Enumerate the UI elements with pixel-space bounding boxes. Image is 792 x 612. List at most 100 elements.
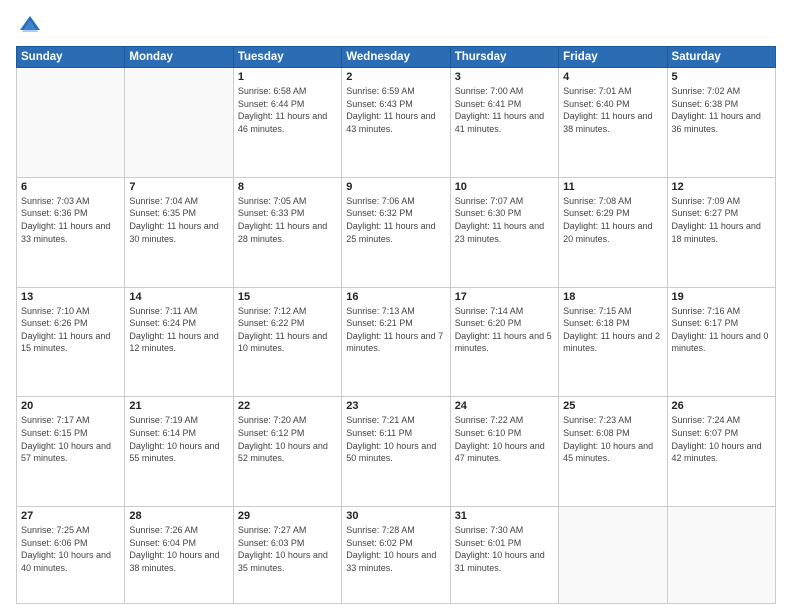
day-info: Sunrise: 7:15 AMSunset: 6:18 PMDaylight:… [563,305,662,355]
calendar-week-row: 6 Sunrise: 7:03 AMSunset: 6:36 PMDaylight… [17,177,776,287]
calendar-cell: 22Sunrise: 7:20 AMSunset: 6:12 PMDayligh… [233,397,341,507]
calendar-cell: 8 Sunrise: 7:05 AMSunset: 6:33 PMDaylight… [233,177,341,287]
calendar-cell [667,507,775,604]
day-info: Sunrise: 7:14 AMSunset: 6:20 PMDaylight:… [455,305,554,355]
day-info: Sunrise: 7:09 AMSunset: 6:27 PMDaylight:… [672,195,771,245]
calendar-cell: 14Sunrise: 7:11 AMSunset: 6:24 PMDayligh… [125,287,233,397]
day-info: Sunrise: 7:16 AMSunset: 6:17 PMDaylight:… [672,305,771,355]
calendar-col-header: Friday [559,47,667,68]
day-number: 21 [129,400,228,412]
day-info: Sunrise: 7:00 AMSunset: 6:41 PMDaylight:… [455,85,554,135]
calendar-col-header: Saturday [667,47,775,68]
day-info: Sunrise: 7:06 AMSunset: 6:32 PMDaylight:… [346,195,445,245]
day-number: 28 [129,510,228,522]
calendar-cell: 27Sunrise: 7:25 AMSunset: 6:06 PMDayligh… [17,507,125,604]
day-number: 19 [672,291,771,303]
day-number: 30 [346,510,445,522]
calendar-cell: 29Sunrise: 7:27 AMSunset: 6:03 PMDayligh… [233,507,341,604]
day-info: Sunrise: 7:22 AMSunset: 6:10 PMDaylight:… [455,414,554,464]
calendar-cell: 19 Sunrise: 7:16 AMSunset: 6:17 PMDayligh… [667,287,775,397]
day-number: 22 [238,400,337,412]
calendar-cell: 18 Sunrise: 7:15 AMSunset: 6:18 PMDayligh… [559,287,667,397]
calendar-cell: 20 Sunrise: 7:17 AMSunset: 6:15 PMDayligh… [17,397,125,507]
day-number: 25 [563,400,662,412]
calendar-col-header: Thursday [450,47,558,68]
day-number: 5 [672,71,771,83]
day-info: Sunrise: 7:11 AMSunset: 6:24 PMDaylight:… [129,305,228,355]
calendar-cell: 21Sunrise: 7:19 AMSunset: 6:14 PMDayligh… [125,397,233,507]
day-info: Sunrise: 7:17 AMSunset: 6:15 PMDaylight:… [21,414,120,464]
day-info: Sunrise: 7:08 AMSunset: 6:29 PMDaylight:… [563,195,662,245]
calendar-cell: 30Sunrise: 7:28 AMSunset: 6:02 PMDayligh… [342,507,450,604]
calendar-cell: 9Sunrise: 7:06 AMSunset: 6:32 PMDaylight… [342,177,450,287]
day-number: 24 [455,400,554,412]
calendar-week-row: 1Sunrise: 6:58 AMSunset: 6:44 PMDaylight… [17,68,776,178]
day-number: 10 [455,181,554,193]
day-info: Sunrise: 6:59 AMSunset: 6:43 PMDaylight:… [346,85,445,135]
day-info: Sunrise: 7:01 AMSunset: 6:40 PMDaylight:… [563,85,662,135]
day-number: 26 [672,400,771,412]
day-info: Sunrise: 7:04 AMSunset: 6:35 PMDaylight:… [129,195,228,245]
calendar-cell: 3 Sunrise: 7:00 AMSunset: 6:41 PMDaylight… [450,68,558,178]
calendar-col-header: Sunday [17,47,125,68]
day-info: Sunrise: 7:03 AMSunset: 6:36 PMDaylight:… [21,195,120,245]
day-info: Sunrise: 7:07 AMSunset: 6:30 PMDaylight:… [455,195,554,245]
day-info: Sunrise: 7:21 AMSunset: 6:11 PMDaylight:… [346,414,445,464]
day-info: Sunrise: 7:02 AMSunset: 6:38 PMDaylight:… [672,85,771,135]
day-number: 20 [21,400,120,412]
day-info: Sunrise: 7:30 AMSunset: 6:01 PMDaylight:… [455,524,554,574]
calendar-cell: 12 Sunrise: 7:09 AMSunset: 6:27 PMDayligh… [667,177,775,287]
calendar-cell: 16 Sunrise: 7:13 AMSunset: 6:21 PMDayligh… [342,287,450,397]
calendar-cell: 26 Sunrise: 7:24 AMSunset: 6:07 PMDayligh… [667,397,775,507]
day-info: Sunrise: 7:24 AMSunset: 6:07 PMDaylight:… [672,414,771,464]
calendar-cell: 17 Sunrise: 7:14 AMSunset: 6:20 PMDayligh… [450,287,558,397]
calendar-cell: 10 Sunrise: 7:07 AMSunset: 6:30 PMDayligh… [450,177,558,287]
day-number: 1 [238,71,337,83]
day-number: 13 [21,291,120,303]
calendar-cell: 13 Sunrise: 7:10 AMSunset: 6:26 PMDayligh… [17,287,125,397]
calendar-cell: 28 Sunrise: 7:26 AMSunset: 6:04 PMDayligh… [125,507,233,604]
day-number: 7 [129,181,228,193]
day-number: 2 [346,71,445,83]
day-number: 3 [455,71,554,83]
day-number: 18 [563,291,662,303]
calendar-cell: 2 Sunrise: 6:59 AMSunset: 6:43 PMDaylight… [342,68,450,178]
day-info: Sunrise: 7:26 AMSunset: 6:04 PMDaylight:… [129,524,228,574]
calendar-cell [125,68,233,178]
calendar-cell: 6 Sunrise: 7:03 AMSunset: 6:36 PMDaylight… [17,177,125,287]
calendar-col-header: Wednesday [342,47,450,68]
day-number: 6 [21,181,120,193]
logo-icon [16,12,44,40]
day-number: 16 [346,291,445,303]
calendar-table: SundayMondayTuesdayWednesdayThursdayFrid… [16,46,776,604]
calendar-cell: 11 Sunrise: 7:08 AMSunset: 6:29 PMDayligh… [559,177,667,287]
day-number: 31 [455,510,554,522]
calendar-cell: 5 Sunrise: 7:02 AMSunset: 6:38 PMDaylight… [667,68,775,178]
day-info: Sunrise: 7:13 AMSunset: 6:21 PMDaylight:… [346,305,445,355]
day-number: 4 [563,71,662,83]
day-number: 8 [238,181,337,193]
calendar-cell: 7 Sunrise: 7:04 AMSunset: 6:35 PMDaylight… [125,177,233,287]
day-info: Sunrise: 7:05 AMSunset: 6:33 PMDaylight:… [238,195,337,245]
day-number: 11 [563,181,662,193]
day-info: Sunrise: 7:25 AMSunset: 6:06 PMDaylight:… [21,524,120,574]
day-number: 17 [455,291,554,303]
day-number: 23 [346,400,445,412]
calendar-col-header: Tuesday [233,47,341,68]
calendar-header-row: SundayMondayTuesdayWednesdayThursdayFrid… [17,47,776,68]
calendar-cell [17,68,125,178]
calendar-cell: 1Sunrise: 6:58 AMSunset: 6:44 PMDaylight… [233,68,341,178]
day-number: 15 [238,291,337,303]
calendar-cell: 24 Sunrise: 7:22 AMSunset: 6:10 PMDayligh… [450,397,558,507]
day-info: Sunrise: 7:27 AMSunset: 6:03 PMDaylight:… [238,524,337,574]
logo [16,12,48,40]
header [16,12,776,40]
calendar-cell: 31 Sunrise: 7:30 AMSunset: 6:01 PMDayligh… [450,507,558,604]
day-info: Sunrise: 7:10 AMSunset: 6:26 PMDaylight:… [21,305,120,355]
day-info: Sunrise: 7:23 AMSunset: 6:08 PMDaylight:… [563,414,662,464]
calendar-cell: 15Sunrise: 7:12 AMSunset: 6:22 PMDayligh… [233,287,341,397]
calendar-week-row: 13 Sunrise: 7:10 AMSunset: 6:26 PMDayligh… [17,287,776,397]
day-number: 12 [672,181,771,193]
calendar-cell [559,507,667,604]
calendar-cell: 23 Sunrise: 7:21 AMSunset: 6:11 PMDayligh… [342,397,450,507]
